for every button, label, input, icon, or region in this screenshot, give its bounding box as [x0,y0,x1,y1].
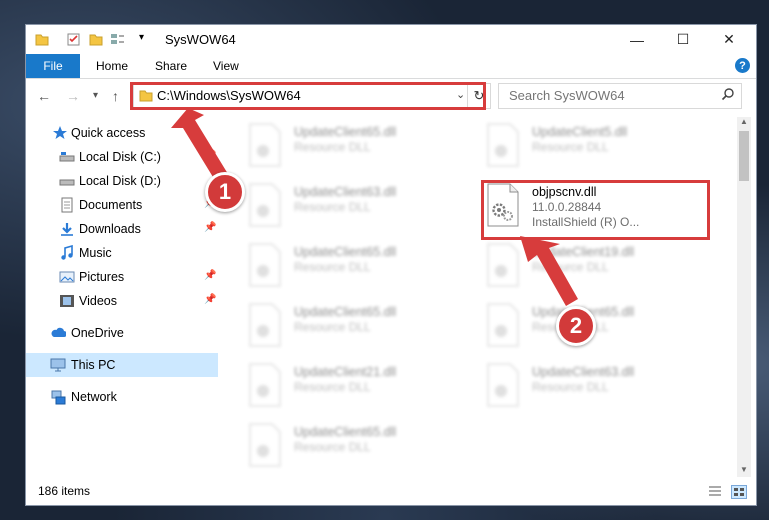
arrow-to-address-bar [171,108,228,182]
step-badge-1: 1 [205,172,245,212]
step-badge-2: 2 [556,306,596,346]
arrow-to-file [520,236,578,306]
annotation-arrows [171,108,578,306]
